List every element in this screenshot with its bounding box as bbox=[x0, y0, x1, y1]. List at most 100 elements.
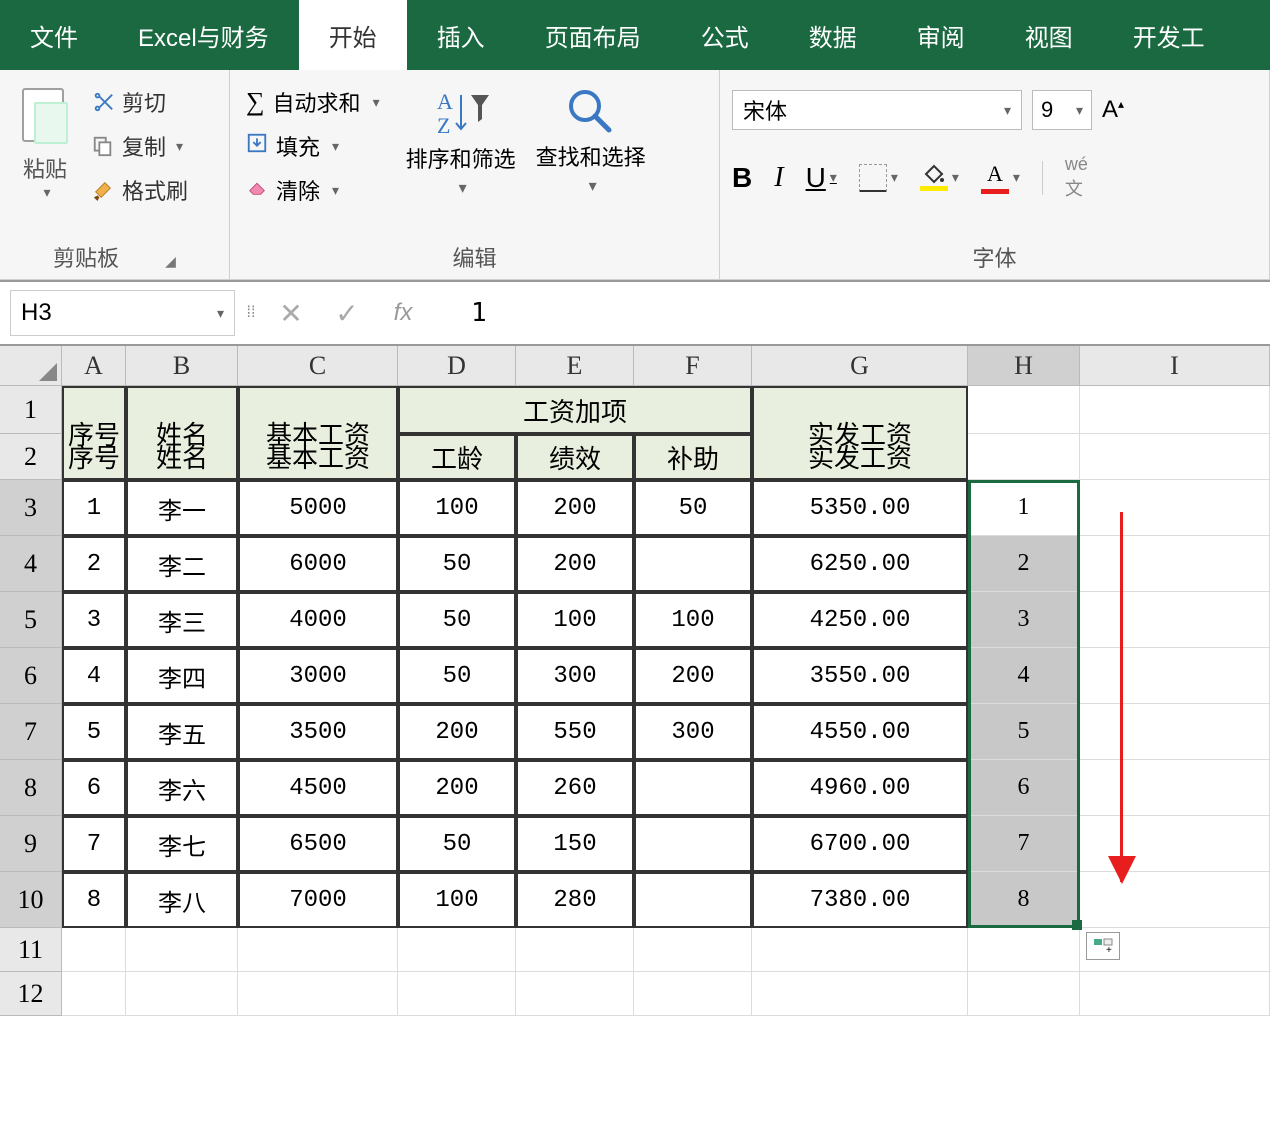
cell[interactable] bbox=[1080, 760, 1270, 816]
cell[interactable]: 李七 bbox=[126, 816, 238, 872]
cell[interactable] bbox=[62, 928, 126, 972]
header-cell[interactable] bbox=[238, 386, 398, 434]
worksheet-grid[interactable]: A B C D E F G H I 1 工资加项 2 序号 姓名 基本工资 工龄… bbox=[0, 346, 1270, 1016]
cell[interactable] bbox=[1080, 592, 1270, 648]
cell[interactable] bbox=[1080, 434, 1270, 480]
bold-button[interactable]: B bbox=[732, 162, 752, 194]
cell[interactable]: 200 bbox=[398, 704, 516, 760]
dialog-launcher-icon[interactable]: ◢ bbox=[165, 253, 176, 269]
name-box[interactable]: H3 ▾ bbox=[10, 290, 235, 336]
header-cell[interactable]: 工龄 bbox=[398, 434, 516, 480]
cell[interactable]: 4550.00 bbox=[752, 704, 968, 760]
cell[interactable] bbox=[238, 972, 398, 1016]
cell[interactable]: 3500 bbox=[238, 704, 398, 760]
cell[interactable]: 3 bbox=[62, 592, 126, 648]
cancel-button[interactable]: ✕ bbox=[263, 297, 319, 330]
cell[interactable]: 3550.00 bbox=[752, 648, 968, 704]
cell[interactable]: 李一 bbox=[126, 480, 238, 536]
cell[interactable] bbox=[634, 536, 752, 592]
menu-page-layout[interactable]: 页面布局 bbox=[515, 0, 671, 70]
cell[interactable]: 5 bbox=[968, 704, 1080, 760]
cell[interactable]: 200 bbox=[634, 648, 752, 704]
cell[interactable] bbox=[1080, 972, 1270, 1016]
col-header[interactable]: G bbox=[752, 346, 968, 386]
border-button[interactable]: ▾ bbox=[859, 164, 898, 192]
cell[interactable]: 50 bbox=[634, 480, 752, 536]
copy-button[interactable]: 复制 ▾ bbox=[90, 130, 188, 162]
phonetic-button[interactable]: wé文 bbox=[1065, 154, 1088, 201]
cell[interactable] bbox=[752, 972, 968, 1016]
cut-button[interactable]: 剪切 bbox=[90, 86, 188, 118]
cell[interactable]: 6 bbox=[62, 760, 126, 816]
cell[interactable]: 4 bbox=[968, 648, 1080, 704]
row-header[interactable]: 12 bbox=[0, 972, 62, 1016]
cell[interactable] bbox=[968, 972, 1080, 1016]
cell[interactable]: 8 bbox=[968, 872, 1080, 928]
cell[interactable]: 4000 bbox=[238, 592, 398, 648]
cell[interactable]: 260 bbox=[516, 760, 634, 816]
enter-button[interactable]: ✓ bbox=[319, 297, 375, 330]
cell[interactable]: 200 bbox=[516, 480, 634, 536]
cell[interactable]: 7000 bbox=[238, 872, 398, 928]
cell[interactable] bbox=[516, 928, 634, 972]
cell[interactable]: 6250.00 bbox=[752, 536, 968, 592]
cell[interactable]: 1 bbox=[968, 480, 1080, 536]
cell[interactable]: 300 bbox=[516, 648, 634, 704]
cell[interactable]: 4960.00 bbox=[752, 760, 968, 816]
cell[interactable] bbox=[398, 928, 516, 972]
cell[interactable] bbox=[752, 928, 968, 972]
autofill-options-button[interactable]: + bbox=[1086, 932, 1120, 960]
cell[interactable] bbox=[126, 972, 238, 1016]
menu-developer[interactable]: 开发工 bbox=[1103, 0, 1235, 70]
cell[interactable]: 100 bbox=[516, 592, 634, 648]
cell[interactable]: 7380.00 bbox=[752, 872, 968, 928]
cell[interactable] bbox=[238, 928, 398, 972]
cell[interactable]: 2 bbox=[968, 536, 1080, 592]
cell[interactable]: 李四 bbox=[126, 648, 238, 704]
font-color-button[interactable]: A ▾ bbox=[981, 161, 1020, 194]
sort-filter-button[interactable]: A Z 排序和筛选 ▾ bbox=[396, 78, 526, 198]
cell[interactable]: 200 bbox=[516, 536, 634, 592]
cell[interactable] bbox=[126, 928, 238, 972]
col-header[interactable]: D bbox=[398, 346, 516, 386]
cell[interactable] bbox=[1080, 648, 1270, 704]
row-header[interactable]: 2 bbox=[0, 434, 62, 480]
cell[interactable] bbox=[634, 760, 752, 816]
row-header[interactable]: 4 bbox=[0, 536, 62, 592]
header-cell[interactable] bbox=[62, 386, 126, 434]
header-cell[interactable]: 绩效 bbox=[516, 434, 634, 480]
col-header[interactable]: E bbox=[516, 346, 634, 386]
cell[interactable] bbox=[634, 816, 752, 872]
col-header[interactable]: F bbox=[634, 346, 752, 386]
cell[interactable]: 李六 bbox=[126, 760, 238, 816]
font-name-select[interactable]: 宋体 ▾ bbox=[732, 90, 1022, 130]
increase-font-button[interactable]: A▴ bbox=[1102, 96, 1124, 124]
cell[interactable]: 7 bbox=[62, 816, 126, 872]
cell[interactable]: 5000 bbox=[238, 480, 398, 536]
cell[interactable] bbox=[1080, 480, 1270, 536]
header-cell[interactable]: 实发工资 bbox=[752, 434, 968, 480]
header-cell[interactable] bbox=[126, 386, 238, 434]
cell[interactable]: 3000 bbox=[238, 648, 398, 704]
cell[interactable]: 6500 bbox=[238, 816, 398, 872]
cell[interactable]: 6000 bbox=[238, 536, 398, 592]
header-cell[interactable]: 工资加项 bbox=[398, 386, 752, 434]
cell[interactable]: 100 bbox=[398, 872, 516, 928]
menu-file[interactable]: 文件 bbox=[0, 0, 108, 70]
cell[interactable]: 550 bbox=[516, 704, 634, 760]
cell[interactable]: 50 bbox=[398, 536, 516, 592]
cell[interactable]: 150 bbox=[516, 816, 634, 872]
cell[interactable] bbox=[968, 928, 1080, 972]
col-header[interactable]: A bbox=[62, 346, 126, 386]
row-header[interactable]: 6 bbox=[0, 648, 62, 704]
row-header[interactable]: 5 bbox=[0, 592, 62, 648]
cell[interactable]: 100 bbox=[398, 480, 516, 536]
menu-view[interactable]: 视图 bbox=[995, 0, 1103, 70]
row-header[interactable]: 11 bbox=[0, 928, 62, 972]
cell[interactable]: 4250.00 bbox=[752, 592, 968, 648]
font-size-select[interactable]: 9 ▾ bbox=[1032, 90, 1092, 130]
header-cell[interactable]: 基本工资 bbox=[238, 434, 398, 480]
cell[interactable]: 4 bbox=[62, 648, 126, 704]
find-select-button[interactable]: 查找和选择 ▾ bbox=[526, 78, 656, 196]
cell[interactable] bbox=[1080, 704, 1270, 760]
